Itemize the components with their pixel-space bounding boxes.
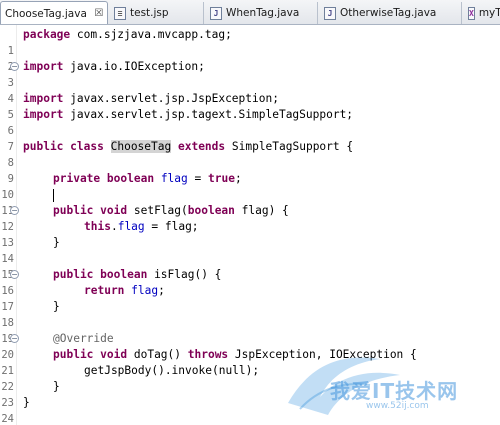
code-line: 18 } — [0, 299, 500, 329]
keyword: import — [23, 108, 64, 121]
keyword: void — [100, 204, 128, 217]
code-text: } — [23, 396, 30, 409]
editor-tab-bar: ChooseTag.java ☒ ≡ test.jsp J WhenTag.ja… — [0, 0, 500, 25]
code-text: } — [53, 380, 60, 393]
line-number: 24 — [1, 413, 14, 425]
close-tab-icon[interactable]: ☒ — [93, 8, 105, 20]
xml-file-icon: X — [468, 6, 475, 20]
field-name: flag — [131, 284, 159, 297]
keyword: extends — [177, 140, 226, 153]
superclass: SimpleTagSupport { — [225, 140, 354, 153]
tab-label: ChooseTag.java — [5, 7, 87, 20]
code-line: 16 − public boolean isFlag() { — [0, 267, 500, 297]
code-text: public boolean isFlag() { — [53, 267, 221, 283]
import-path: java.io.IOException; — [63, 60, 205, 73]
code-line: 1 package com.sjzjava.mvcapp.tag; — [0, 27, 500, 57]
code-text: public void setFlag(boolean flag) { — [53, 203, 289, 219]
keyword: true — [207, 172, 235, 185]
code-text: import javax.servlet.jsp.JspException; — [23, 91, 279, 107]
tab-label: myT — [478, 7, 500, 19]
fold-toggle-icon[interactable]: − — [10, 334, 19, 343]
keyword: import — [23, 92, 64, 105]
code-text: return flag; — [84, 283, 165, 299]
code-line: 12 − public void setFlag(boolean flag) { — [0, 203, 500, 233]
method-name: setFlag( — [127, 204, 188, 217]
keyword: boolean — [106, 172, 155, 185]
keyword: this — [84, 220, 111, 233]
code-text: private boolean flag = true; — [53, 171, 242, 187]
keyword: void — [100, 348, 128, 361]
annotation: @Override — [53, 332, 114, 345]
tab-choosetag-java[interactable]: ChooseTag.java ☒ — [0, 1, 108, 24]
code-text: import javax.servlet.jsp.tagext.SimpleTa… — [23, 107, 353, 123]
keyword: import — [23, 60, 64, 73]
fold-toggle-icon[interactable]: − — [10, 270, 19, 279]
code-text: getJspBody().invoke(null); — [84, 364, 260, 377]
method-name: doTag() — [127, 348, 188, 361]
params: flag) { — [234, 204, 289, 217]
tab-otherwisetag-java[interactable]: J OtherwiseTag.java — [318, 2, 462, 24]
keyword: class — [70, 140, 104, 153]
method-name: isFlag() { — [147, 268, 222, 281]
punctuation: ; — [158, 284, 165, 297]
code-line: 17 return flag; — [0, 283, 500, 313]
code-line: 5 import javax.servlet.jsp.JspException; — [0, 91, 500, 121]
package-name: com.sjzjava.mvcapp.tag; — [70, 28, 232, 41]
keyword: public — [23, 140, 64, 153]
code-text: import java.io.IOException; — [23, 59, 205, 75]
keyword: public — [53, 268, 94, 281]
code-text: } — [53, 236, 60, 249]
code-line: 4 — [0, 75, 500, 105]
tab-test-jsp[interactable]: ≡ test.jsp — [108, 2, 204, 24]
import-path: javax.servlet.jsp.JspException; — [63, 92, 279, 105]
tab-label: WhenTag.java — [226, 7, 300, 19]
code-line: 6 import javax.servlet.jsp.tagext.Simple… — [0, 107, 500, 137]
code-text: public class ChooseTag extends SimpleTag… — [23, 139, 353, 155]
keyword: public — [53, 204, 94, 217]
keyword: throws — [187, 348, 229, 361]
fold-toggle-icon[interactable]: − — [10, 206, 19, 215]
code-line: 10 private boolean flag = true; — [0, 171, 500, 201]
watermark-url: www.52ij.com — [366, 401, 429, 411]
keyword: public — [53, 348, 94, 361]
code-line: 13 this.flag = flag; — [0, 219, 500, 249]
fold-toggle-icon[interactable]: − — [10, 62, 19, 71]
operator: = — [187, 172, 208, 185]
code-text: package com.sjzjava.mvcapp.tag; — [23, 27, 232, 43]
assignment: = flag; — [144, 220, 199, 233]
punctuation: ; — [234, 172, 242, 185]
code-line: 7 — [0, 123, 500, 153]
keyword: package — [23, 28, 71, 41]
code-text: } — [53, 300, 60, 313]
keyword: boolean — [100, 268, 148, 281]
code-line: 11 — [0, 187, 500, 217]
code-line: 9 — [0, 155, 500, 185]
tab-myt[interactable]: X myT — [462, 2, 500, 24]
site-watermark: 我爱IT技术网 www.52ij.com — [270, 345, 500, 425]
field-name: flag — [117, 220, 145, 233]
field-name: flag — [160, 172, 188, 185]
highlighted-class-name: ChooseTag — [110, 140, 172, 153]
code-line: 14 } — [0, 235, 500, 265]
code-text: this.flag = flag; — [84, 219, 199, 235]
code-line: 3 − import java.io.IOException; — [0, 59, 500, 89]
text-cursor — [53, 189, 54, 202]
tab-whentag-java[interactable]: J WhenTag.java — [204, 2, 318, 24]
jsp-file-icon: ≡ — [114, 6, 126, 20]
watermark-text: 我爱IT技术网 — [330, 379, 459, 403]
tab-label: OtherwiseTag.java — [340, 7, 437, 19]
keyword: private — [53, 172, 101, 185]
tab-label: test.jsp — [130, 7, 169, 19]
keyword: return — [84, 284, 125, 297]
import-path: javax.servlet.jsp.tagext.SimpleTagSuppor… — [63, 108, 354, 121]
java-file-icon: J — [210, 6, 222, 20]
code-line: 19 — [0, 315, 500, 345]
code-line: 8 public class ChooseTag extends SimpleT… — [0, 139, 500, 169]
java-file-icon: J — [324, 6, 336, 20]
code-line: 15 — [0, 251, 500, 281]
code-line: 2 — [0, 43, 500, 73]
keyword: boolean — [187, 204, 235, 217]
punctuation: . — [110, 220, 118, 233]
